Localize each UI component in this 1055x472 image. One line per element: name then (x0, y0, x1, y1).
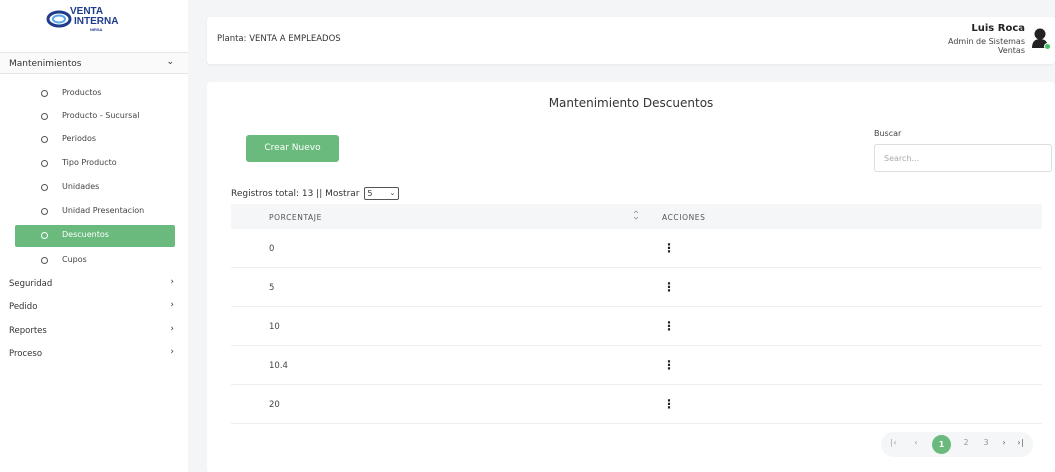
cell-porcentaje: 0 (269, 244, 275, 254)
user-role: Admin de Sistemas Ventas (948, 37, 1025, 55)
logo[interactable]: VENTA INTERNA NIRSA (46, 6, 126, 36)
sidebar-group-reportes[interactable]: Reportes › (0, 322, 188, 340)
column-header-porcentaje[interactable]: PORCENTAJE (269, 213, 322, 222)
sidebar-group-seguridad[interactable]: Seguridad › (0, 275, 188, 293)
sidebar-item-cupos[interactable]: Cupos (15, 250, 175, 272)
page-size-value: 5 (367, 189, 373, 198)
chevron-right-icon: › (170, 347, 174, 357)
search-input[interactable] (874, 144, 1052, 172)
more-vertical-icon[interactable]: ⋮ (663, 241, 675, 255)
user-role-line-2: Ventas (997, 46, 1025, 55)
sidebar-group-label: Proceso (9, 349, 43, 359)
sidebar-item-label: Cupos (62, 255, 87, 264)
next-page-icon[interactable]: › (997, 438, 1011, 447)
sidebar-item-label: Unidad Presentacion (62, 206, 145, 215)
table-header: PORCENTAJE ACCIONES (231, 204, 1042, 229)
sidebar-group-label: Reportes (9, 326, 47, 336)
page-button-1[interactable]: 1 (932, 435, 951, 454)
pagination: ∣‹ ‹ 1 2 3 › ›∣ (881, 432, 1033, 457)
table-row: 0 ⋮ (231, 229, 1042, 268)
sidebar-item-descuentos[interactable]: Descuentos (15, 225, 175, 247)
sidebar-item-label: Descuentos (62, 230, 109, 239)
sidebar-group-proceso[interactable]: Proceso › (0, 345, 188, 363)
logo-text: VENTA INTERNA NIRSA (70, 7, 119, 33)
logo-line-3: NIRSA (90, 27, 103, 32)
chevron-down-icon: ⌄ (166, 57, 174, 67)
more-vertical-icon[interactable]: ⋮ (663, 319, 675, 333)
circle-icon (41, 90, 48, 97)
more-vertical-icon[interactable]: ⋮ (663, 358, 675, 372)
table-row: 10 ⋮ (231, 307, 1042, 346)
chevron-right-icon: › (170, 300, 174, 310)
create-new-button[interactable]: Crear Nuevo (246, 135, 339, 162)
user-role-line-1: Admin de Sistemas (948, 37, 1025, 46)
cell-porcentaje: 20 (269, 400, 280, 410)
sidebar-item-label: Unidades (62, 182, 100, 191)
more-vertical-icon[interactable]: ⋮ (663, 280, 675, 294)
prev-page-icon[interactable]: ‹ (909, 438, 923, 447)
page-size-select[interactable]: 5 ⌄ (364, 187, 400, 200)
column-header-acciones: ACCIONES (662, 213, 706, 222)
circle-icon (41, 113, 48, 120)
planta-label: Planta: VENTA A EMPLEADOS (217, 34, 341, 44)
cell-porcentaje: 5 (269, 283, 275, 293)
page-button-3[interactable]: 3 (979, 438, 993, 447)
cell-porcentaje: 10 (269, 322, 280, 332)
circle-icon (41, 232, 48, 239)
circle-icon (41, 257, 48, 264)
sidebar-item-productos[interactable]: Productos (15, 83, 175, 105)
page-title: Mantenimiento Descuentos (548, 96, 714, 110)
sidebar-group-pedido[interactable]: Pedido › (0, 298, 188, 316)
table-row: 20 ⋮ (231, 385, 1042, 424)
sidebar: VENTA INTERNA NIRSA Mantenimientos ⌄ Pro… (0, 0, 188, 472)
menu-section-mantenimientos[interactable]: Mantenimientos ⌄ (0, 52, 188, 74)
sidebar-item-periodos[interactable]: Periodos (15, 129, 175, 151)
last-page-icon[interactable]: ›∣ (1014, 438, 1028, 447)
circle-icon (41, 136, 48, 143)
search-label: Buscar (874, 129, 902, 138)
records-info: Registros total: 13 || Mostrar 5 ⌄ (231, 187, 400, 200)
circle-icon (41, 184, 48, 191)
records-text: Registros total: 13 || Mostrar (231, 189, 360, 199)
sidebar-item-unidad-presentacion[interactable]: Unidad Presentacion (15, 201, 175, 223)
circle-icon (41, 208, 48, 215)
logo-line-2: INTERNA (74, 16, 119, 27)
table-row: 10.4 ⋮ (231, 346, 1042, 385)
top-header: Planta: VENTA A EMPLEADOS Luis Roca Admi… (207, 17, 1055, 64)
sort-icon[interactable] (632, 208, 640, 222)
cell-porcentaje: 10.4 (269, 361, 288, 371)
sidebar-item-unidades[interactable]: Unidades (15, 177, 175, 199)
sidebar-item-label: Producto - Sucursal (62, 111, 140, 120)
chevron-down-icon: ⌄ (389, 189, 396, 197)
main-card: Mantenimiento Descuentos Crear Nuevo Bus… (207, 82, 1055, 472)
sidebar-item-tipo-producto[interactable]: Tipo Producto (15, 153, 175, 175)
chevron-right-icon: › (170, 324, 174, 334)
sidebar-item-label: Periodos (62, 134, 97, 143)
sidebar-group-label: Pedido (9, 302, 38, 312)
menu-section-label: Mantenimientos (9, 59, 82, 69)
page-button-2[interactable]: 2 (959, 438, 973, 447)
user-name[interactable]: Luis Roca (971, 23, 1025, 34)
sidebar-item-label: Productos (62, 88, 102, 97)
chevron-right-icon: › (170, 277, 174, 287)
online-status-dot (1044, 43, 1051, 50)
sidebar-group-label: Seguridad (9, 279, 53, 289)
more-vertical-icon[interactable]: ⋮ (663, 397, 675, 411)
sidebar-item-producto-sucursal[interactable]: Producto - Sucursal (15, 106, 175, 128)
circle-icon (41, 160, 48, 167)
sidebar-item-label: Tipo Producto (62, 158, 117, 167)
table-row: 5 ⋮ (231, 268, 1042, 307)
first-page-icon[interactable]: ∣‹ (886, 438, 900, 447)
